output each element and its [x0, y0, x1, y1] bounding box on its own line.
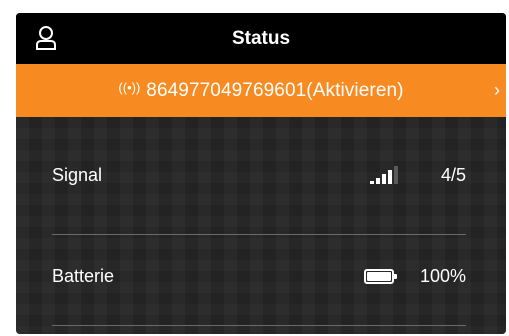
divider: [52, 325, 466, 326]
signal-label: Signal: [52, 164, 103, 185]
page-title: Status: [231, 27, 291, 49]
battery-row: Batterie 100%: [52, 264, 466, 288]
battery-icon: [364, 268, 397, 284]
signal-strength-icon: [370, 166, 398, 184]
app-frame: Status ((•)) 864977049769601(Aktivieren)…: [16, 13, 506, 334]
antenna-icon: ((•)): [118, 80, 141, 95]
top-bar: Status: [16, 13, 506, 64]
chevron-right-icon: ›: [494, 80, 500, 100]
device-id-label: 864977049769601(Aktivieren): [146, 79, 404, 101]
signal-value: 4/5: [440, 164, 466, 185]
device-activation-bar[interactable]: ((•)) 864977049769601(Aktivieren) ›: [16, 64, 506, 117]
user-icon[interactable]: [35, 25, 57, 51]
battery-value: 100%: [419, 265, 466, 286]
battery-label: Batterie: [52, 265, 115, 286]
status-list: Signal 4/5 Batterie 100%: [16, 117, 506, 334]
signal-row: Signal 4/5: [52, 163, 466, 187]
divider: [52, 234, 466, 235]
